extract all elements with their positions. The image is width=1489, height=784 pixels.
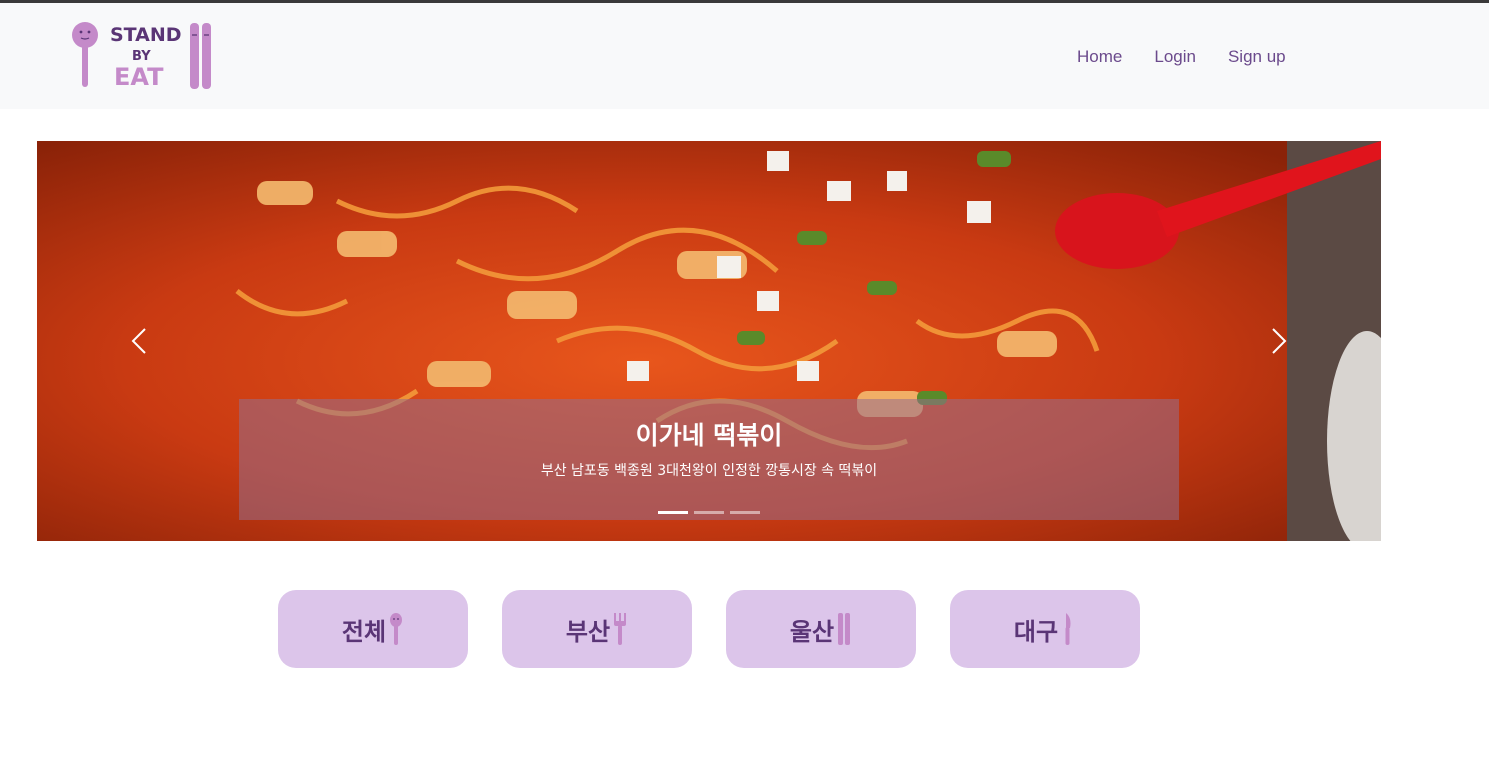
region-button-busan[interactable]: 부산 (502, 590, 692, 668)
slide-title: 이가네 떡볶이 (635, 421, 783, 450)
region-filter-buttons: 전체 부산 울산 대구 (278, 590, 1140, 668)
nav-link-login[interactable]: Login (1154, 47, 1196, 67)
carousel-indicators (658, 511, 760, 514)
logo-text-by: BY (132, 49, 151, 64)
carousel-indicator-3[interactable] (730, 511, 760, 514)
nav-links: Home Login Sign up (1077, 47, 1286, 67)
region-label: 부산 (565, 617, 611, 646)
region-button-ulsan[interactable]: 울산 (726, 590, 916, 668)
food-carousel: 이가네 떡볶이 부산 남포동 백종원 3대천왕이 인정한 깡통시장 속 떡볶이 (37, 141, 1381, 541)
carousel-next-button[interactable] (1259, 321, 1299, 361)
region-button-all[interactable]: 전체 (278, 590, 468, 668)
chevron-left-icon (131, 328, 146, 354)
knife-icon (1065, 613, 1071, 645)
region-label: 대구 (1013, 617, 1059, 646)
slide-subtitle: 부산 남포동 백종원 3대천왕이 인정한 깡통시장 속 떡볶이 (540, 463, 878, 479)
spoon-icon (390, 613, 403, 645)
nav-link-home[interactable]: Home (1077, 47, 1122, 67)
logo-text-stand: STAND (110, 24, 182, 46)
region-label: 울산 (789, 617, 835, 646)
chopsticks-icon (838, 613, 851, 645)
carousel-indicator-1[interactable] (658, 511, 688, 514)
stand-by-eat-logo[interactable]: STAND BY EAT (68, 19, 218, 93)
slide-caption: 이가네 떡볶이 부산 남포동 백종원 3대천왕이 인정한 깡통시장 속 떡볶이 (239, 399, 1179, 520)
logo-text-eat: EAT (114, 63, 164, 91)
carousel-indicator-2[interactable] (694, 511, 724, 514)
nav-link-signup[interactable]: Sign up (1228, 47, 1286, 67)
fork-icon (614, 613, 627, 645)
chevron-right-icon (1272, 328, 1287, 354)
region-label: 전체 (341, 617, 387, 646)
region-button-daegu[interactable]: 대구 (950, 590, 1140, 668)
carousel-prev-button[interactable] (119, 321, 159, 361)
navbar: STAND BY EAT Home Login Sign up (0, 3, 1489, 109)
